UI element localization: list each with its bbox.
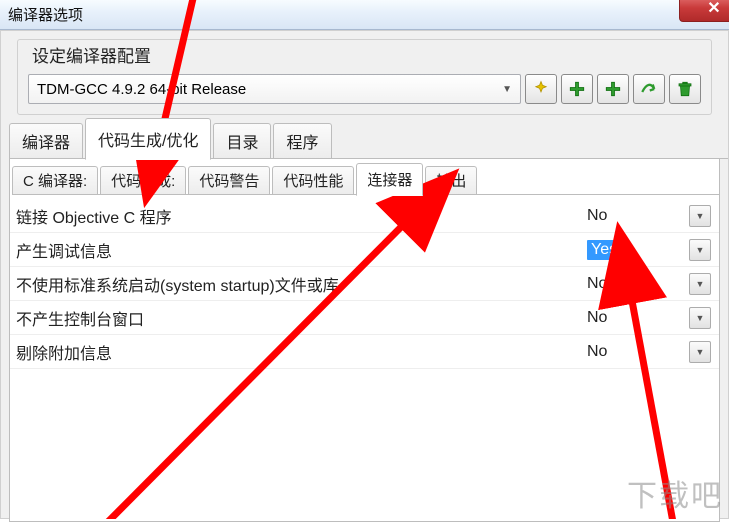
subtab-warnings[interactable]: 代码警告 [188,166,270,195]
option-label: 不使用标准系统启动(system startup)文件或库 [16,272,587,296]
sparkle-icon [532,80,550,98]
option-dropdown[interactable]: ▼ [689,273,711,295]
subtab-output[interactable]: 输出 [425,166,477,195]
subtab-c-compiler[interactable]: C 编译器: [12,166,98,195]
subtab-performance[interactable]: 代码性能 [272,166,354,195]
option-value: No [587,309,607,327]
option-dropdown[interactable]: ▼ [689,205,711,227]
option-label: 产生调试信息 [16,238,587,262]
tab-compiler[interactable]: 编译器 [9,123,83,159]
compiler-set-group: 设定编译器配置 TDM-GCC 4.9.2 64-bit Release ▼ [17,39,712,115]
option-label: 剔除附加信息 [16,340,587,364]
option-value: No [587,275,607,293]
rename-button[interactable] [633,74,665,104]
option-dropdown[interactable]: ▼ [689,341,711,363]
trash-icon [676,80,694,98]
subtab-linker[interactable]: 连接器 [356,163,423,196]
chevron-down-icon: ▼ [696,211,705,221]
chevron-down-icon: ▼ [696,245,705,255]
sub-tabbar: C 编译器: 代码生成: 代码警告 代码性能 连接器 输出 [10,165,719,195]
add-button[interactable] [561,74,593,104]
option-label: 不产生控制台窗口 [16,306,587,330]
option-row: 剔除附加信息 No ▼ [10,335,719,369]
chevron-down-icon: ▼ [502,84,512,95]
watermark: 下载吧 [627,471,723,515]
group-label: 设定编译器配置 [28,42,155,67]
option-value: No [587,207,607,225]
tab-codegen[interactable]: 代码生成/优化 [85,118,211,160]
top-tabbar: 编译器 代码生成/优化 目录 程序 [1,125,728,159]
client-area: 设定编译器配置 TDM-GCC 4.9.2 64-bit Release ▼ [0,30,729,519]
compiler-set-value: TDM-GCC 4.9.2 64-bit Release [37,81,246,98]
plus-icon [568,80,586,98]
arrow-icon [640,80,658,98]
chevron-down-icon: ▼ [696,313,705,323]
compiler-set-select[interactable]: TDM-GCC 4.9.2 64-bit Release ▼ [28,74,521,104]
option-row: 不使用标准系统启动(system startup)文件或库 No ▼ [10,267,719,301]
subtab-codegen[interactable]: 代码生成: [100,166,186,195]
option-value: Yes [587,240,621,260]
add-set-button[interactable] [525,74,557,104]
duplicate-button[interactable] [597,74,629,104]
option-label: 链接 Objective C 程序 [16,204,587,228]
option-row: 产生调试信息 Yes ▼ [10,233,719,267]
tab-programs[interactable]: 程序 [273,123,331,159]
option-dropdown[interactable]: ▼ [689,239,711,261]
compiler-set-row: TDM-GCC 4.9.2 64-bit Release ▼ [28,74,701,104]
plus-icon [604,80,622,98]
tab-dirs[interactable]: 目录 [213,123,271,159]
titlebar: 编译器选项 ✕ [0,0,729,30]
chevron-down-icon: ▼ [696,347,705,357]
option-row: 不产生控制台窗口 No ▼ [10,301,719,335]
option-value: No [587,343,607,361]
chevron-down-icon: ▼ [696,279,705,289]
option-row: 链接 Objective C 程序 No ▼ [10,199,719,233]
option-dropdown[interactable]: ▼ [689,307,711,329]
window-title: 编译器选项 [8,4,83,25]
option-list: 链接 Objective C 程序 No ▼ 产生调试信息 Yes ▼ 不使用标… [10,195,719,369]
tab-page: C 编译器: 代码生成: 代码警告 代码性能 连接器 输出 链接 Objecti… [9,159,720,522]
window-close-button[interactable]: ✕ [679,0,729,22]
close-icon: ✕ [707,0,720,18]
delete-button[interactable] [669,74,701,104]
